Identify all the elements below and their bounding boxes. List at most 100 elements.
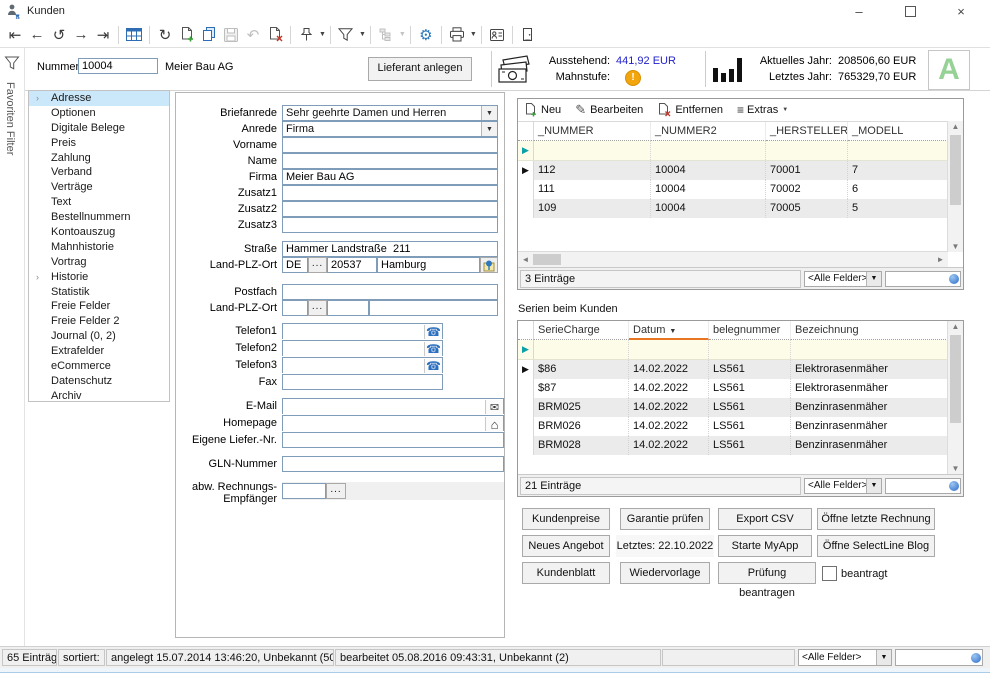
scroll-down-icon[interactable]: ▼ [948, 464, 963, 473]
table-row[interactable]: BRM025 14.02.2022 LS561 Benzinrasenmäher [518, 398, 948, 417]
land2-input[interactable] [282, 300, 308, 316]
chevron-down-icon[interactable]: ▼ [866, 271, 881, 286]
homepage-input[interactable] [283, 416, 487, 432]
expander-icon[interactable]: › [36, 91, 39, 106]
print-icon[interactable] [446, 24, 468, 46]
column-header[interactable]: Bezeichnung [791, 321, 948, 340]
sidebar-item-datenschutz[interactable]: Datenschutz [29, 374, 169, 389]
table-search-input[interactable] [885, 477, 961, 494]
kundenblatt-button[interactable]: Kundenblatt [522, 562, 610, 584]
sidebar-item-vortrag[interactable]: Vortrag [29, 255, 169, 270]
wiedervorlage-button[interactable]: Wiedervorlage [620, 562, 710, 584]
sidebar-item-historie[interactable]: › Historie [29, 270, 169, 285]
pin-dropdown-caret[interactable]: ▼ [319, 31, 326, 38]
firma-input[interactable] [282, 169, 498, 185]
save-record-icon[interactable] [220, 24, 242, 46]
sidebar-item-preis[interactable]: Preis [29, 136, 169, 151]
favoriten-filter-label[interactable]: Favoriten Filter [4, 82, 16, 155]
table-row[interactable]: ▶ $86 14.02.2022 LS561 Elektrorasenmäher [518, 360, 948, 379]
gln-nummer-input[interactable] [282, 456, 504, 472]
table-view-icon[interactable] [123, 24, 145, 46]
nav-last-icon[interactable]: ⇥ [92, 24, 114, 46]
nav-first-icon[interactable]: ⇤ [4, 24, 26, 46]
pin-icon[interactable] [295, 24, 317, 46]
home-icon[interactable]: ⌂ [485, 417, 503, 432]
pruefung-beantragen-button[interactable]: Prüfung beantragen [718, 562, 816, 599]
telefon2-field[interactable]: ☎ [282, 340, 443, 357]
scroll-up-icon[interactable]: ▲ [948, 322, 963, 331]
scroll-down-icon[interactable]: ▼ [948, 242, 963, 251]
column-header[interactable]: belegnummer [709, 321, 791, 340]
eigene-liefer-nr-input[interactable] [282, 432, 504, 448]
chevron-down-icon[interactable]: ▼ [481, 106, 497, 120]
briefanrede-combo[interactable]: Sehr geehrte Damen und Herren ▼ [282, 105, 498, 121]
ort-input[interactable] [377, 257, 480, 273]
filter-icon[interactable] [335, 24, 357, 46]
refresh-icon[interactable]: ↻ [154, 24, 176, 46]
strasse-input[interactable] [282, 241, 498, 257]
column-header[interactable]: _NUMMER [534, 122, 651, 141]
land-lookup-button[interactable]: ... [308, 257, 327, 273]
search-ball-icon[interactable] [971, 653, 981, 663]
status-search-input[interactable] [895, 649, 983, 666]
extras-button[interactable]: ≡ Extras ▼ [737, 103, 788, 117]
sidebar-item-digitale-belege[interactable]: Digitale Belege [29, 121, 169, 136]
oeffne-letzte-rechnung-button[interactable]: Öffne letzte Rechnung [817, 508, 935, 530]
sidebar-item-extrafelder[interactable]: Extrafelder [29, 344, 169, 359]
favoriten-funnel-icon[interactable] [4, 56, 20, 70]
column-header[interactable]: _HERSTELLER [766, 122, 848, 141]
plz-input[interactable] [327, 257, 377, 273]
sidebar-item-vertraege[interactable]: Verträge [29, 180, 169, 195]
undo-icon[interactable]: ↶ [242, 24, 264, 46]
column-header[interactable]: SerieCharge [534, 321, 629, 340]
telefon3-input[interactable] [283, 358, 427, 374]
garantie-pruefen-button[interactable]: Garantie prüfen [620, 508, 710, 530]
land2-lookup-button[interactable]: ... [308, 300, 327, 316]
table-row[interactable]: 109 10004 70005 5 [518, 199, 948, 218]
sidebar-item-archiv[interactable]: Archiv [29, 389, 169, 401]
name-input[interactable] [282, 153, 498, 169]
copy-record-icon[interactable] [198, 24, 220, 46]
vertical-scrollbar[interactable]: ▲ ▼ [947, 121, 963, 252]
sidebar-item-statistik[interactable]: Statistik [29, 285, 169, 300]
table-row[interactable]: BRM028 14.02.2022 LS561 Benzinrasenmäher [518, 436, 948, 455]
sidebar-item-mahnhistorie[interactable]: Mahnhistorie [29, 240, 169, 255]
column-header-sorted[interactable]: Datum ▼ [629, 321, 709, 340]
table-row[interactable]: ▶ 112 10004 70001 7 [518, 161, 948, 180]
sidebar-item-journal[interactable]: Journal (0, 2) [29, 329, 169, 344]
vertical-scrollbar[interactable]: ▲ ▼ [947, 321, 963, 474]
chevron-down-icon[interactable]: ▼ [866, 478, 881, 493]
zusatz3-input[interactable] [282, 217, 498, 233]
email-icon[interactable]: ✉ [485, 400, 503, 414]
chevron-down-icon[interactable]: ▼ [481, 122, 497, 136]
sidebar-item-adresse[interactable]: › Adresse [29, 91, 169, 106]
neues-angebot-button[interactable]: Neues Angebot [522, 535, 610, 557]
phone-icon[interactable]: ☎ [424, 359, 442, 373]
filter-field-combo[interactable]: <Alle Felder> ▼ [804, 270, 882, 287]
abw-rechnungs-lookup-button[interactable]: ... [326, 483, 346, 499]
vorname-input[interactable] [282, 137, 498, 153]
scroll-left-icon[interactable]: ◄ [518, 255, 533, 264]
telefon1-field[interactable]: ☎ [282, 323, 443, 340]
exit-door-icon[interactable] [517, 24, 539, 46]
tree-dropdown-caret[interactable]: ▼ [399, 31, 406, 38]
ort2-input[interactable] [369, 300, 498, 316]
phone-icon[interactable]: ☎ [424, 342, 442, 356]
kundenpreise-button[interactable]: Kundenpreise [522, 508, 610, 530]
status-filter-combo[interactable]: <Alle Felder> ▼ [798, 649, 892, 666]
bearbeiten-button[interactable]: ✎ Bearbeiten [575, 102, 643, 118]
telefon1-input[interactable] [283, 324, 427, 340]
scroll-thumb[interactable] [533, 254, 561, 265]
neu-button[interactable]: Neu [524, 103, 561, 117]
sidebar-item-kontoauszug[interactable]: Kontoauszug [29, 225, 169, 240]
contact-card-icon[interactable] [486, 24, 508, 46]
lieferant-anlegen-button[interactable]: Lieferant anlegen [368, 57, 472, 81]
scroll-thumb[interactable] [950, 335, 961, 423]
sidebar-item-bestellnummern[interactable]: Bestellnummern [29, 210, 169, 225]
scroll-thumb[interactable] [950, 135, 961, 205]
table-search-input[interactable] [885, 270, 961, 287]
email-field[interactable]: ✉ [282, 398, 504, 415]
filter-dropdown-caret[interactable]: ▼ [359, 31, 366, 38]
filter-field-combo[interactable]: <Alle Felder> ▼ [804, 477, 882, 494]
mahnstufe-warning-icon[interactable]: ! [625, 70, 641, 86]
